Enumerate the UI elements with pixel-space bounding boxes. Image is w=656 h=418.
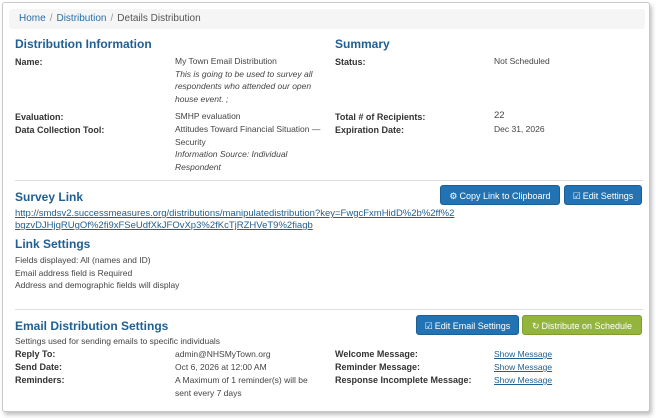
breadcrumb: Home / Distribution / Details Distribution <box>9 9 645 29</box>
reminders-label: Reminders: <box>15 375 65 385</box>
evaluation-label: Evaluation: <box>15 112 64 122</box>
email-settings-subtitle: Settings used for sending emails to spec… <box>15 336 221 346</box>
breadcrumb-home[interactable]: Home <box>19 13 46 24</box>
expiration-value: Dec 31, 2026 <box>494 124 545 134</box>
breadcrumb-separator: / <box>110 13 114 24</box>
name-value-block: My Town Email Distribution This is going… <box>175 55 325 105</box>
send-date-label: Send Date: <box>15 362 63 372</box>
breadcrumb-distribution[interactable]: Distribution <box>56 13 106 24</box>
status-value: Not Scheduled <box>494 56 550 66</box>
status-label: Status: <box>335 57 366 67</box>
tool-source: Information Source: Individual Responden… <box>175 149 288 172</box>
copy-link-label: Copy Link to Clipboard <box>459 191 551 201</box>
tool-value: Attitudes Toward Financial Situation — S… <box>175 124 321 147</box>
edit-settings-label: Edit Settings <box>582 191 634 201</box>
distribution-info-heading: Distribution Information <box>15 37 152 51</box>
description: This is going to be used to survey all r… <box>175 68 313 104</box>
email-settings-heading: Email Distribution Settings <box>15 319 169 333</box>
details-panel: Home / Distribution / Details Distribution D… <box>2 2 650 412</box>
reminders-value: A Maximum of 1 reminder(s) will be sent … <box>175 375 308 398</box>
edit-settings-button[interactable]: ☑ Edit Settings <box>564 185 642 205</box>
tool-value-block: Attitudes Toward Financial Situation — S… <box>175 123 335 173</box>
link-setting-item: Fields displayed: All (names and ID) <box>15 255 151 265</box>
tool-label: Data Collection Tool: <box>15 125 105 135</box>
send-date-value: Oct 6, 2026 at 12:00 AM <box>175 362 267 372</box>
distribute-on-schedule-label: Distribute on Schedule <box>541 321 633 331</box>
survey-url-link[interactable]: http://smdsv2.successmeasures.org/distri… <box>15 208 455 232</box>
reply-to-label: Reply To: <box>15 349 56 359</box>
reminder-message-label: Reminder Message: <box>335 362 421 372</box>
copy-link-button[interactable]: ⚙ Copy Link to Clipboard <box>440 185 560 205</box>
expiration-label: Expiration Date: <box>335 125 405 135</box>
incomplete-message-link[interactable]: Show Message <box>494 374 552 387</box>
incomplete-message-label: Response Incomplete Message: <box>335 375 472 385</box>
edit-email-settings-button[interactable]: ☑ Edit Email Settings <box>416 315 519 335</box>
gear-icon: ⚙ <box>449 191 458 201</box>
link-setting-item: Email address field is Required <box>15 267 133 278</box>
link-setting-item: Address and demographic fields will disp… <box>15 280 180 290</box>
edit-icon: ☑ <box>424 321 433 331</box>
refresh-icon: ↻ <box>531 321 540 331</box>
summary-heading: Summary <box>335 37 390 51</box>
breadcrumb-separator: / <box>49 13 53 24</box>
welcome-message-label: Welcome Message: <box>335 349 418 359</box>
evaluation-value: SMHP evaluation <box>175 111 241 121</box>
distribute-on-schedule-button[interactable]: ↻ Distribute on Schedule <box>522 315 642 335</box>
link-settings-heading: Link Settings <box>15 237 91 251</box>
edit-icon: ☑ <box>572 191 581 201</box>
divider <box>15 180 643 181</box>
link-settings-list: Fields displayed: All (names and ID) Ema… <box>15 254 179 292</box>
reply-to-value: admin@NHSMyTown.org <box>175 349 271 359</box>
name-label: Name: <box>15 57 43 67</box>
divider <box>15 309 643 310</box>
breadcrumb-current: Details Distribution <box>117 13 201 24</box>
survey-link-heading: Survey Link <box>15 190 84 204</box>
welcome-message-link[interactable]: Show Message <box>494 348 552 361</box>
reminder-message-link[interactable]: Show Message <box>494 361 552 374</box>
edit-email-settings-label: Edit Email Settings <box>434 321 511 331</box>
name-value: My Town Email Distribution <box>175 56 277 66</box>
recipients-value: 22 <box>494 110 505 121</box>
recipients-label: Total # of Recipients: <box>335 112 426 122</box>
